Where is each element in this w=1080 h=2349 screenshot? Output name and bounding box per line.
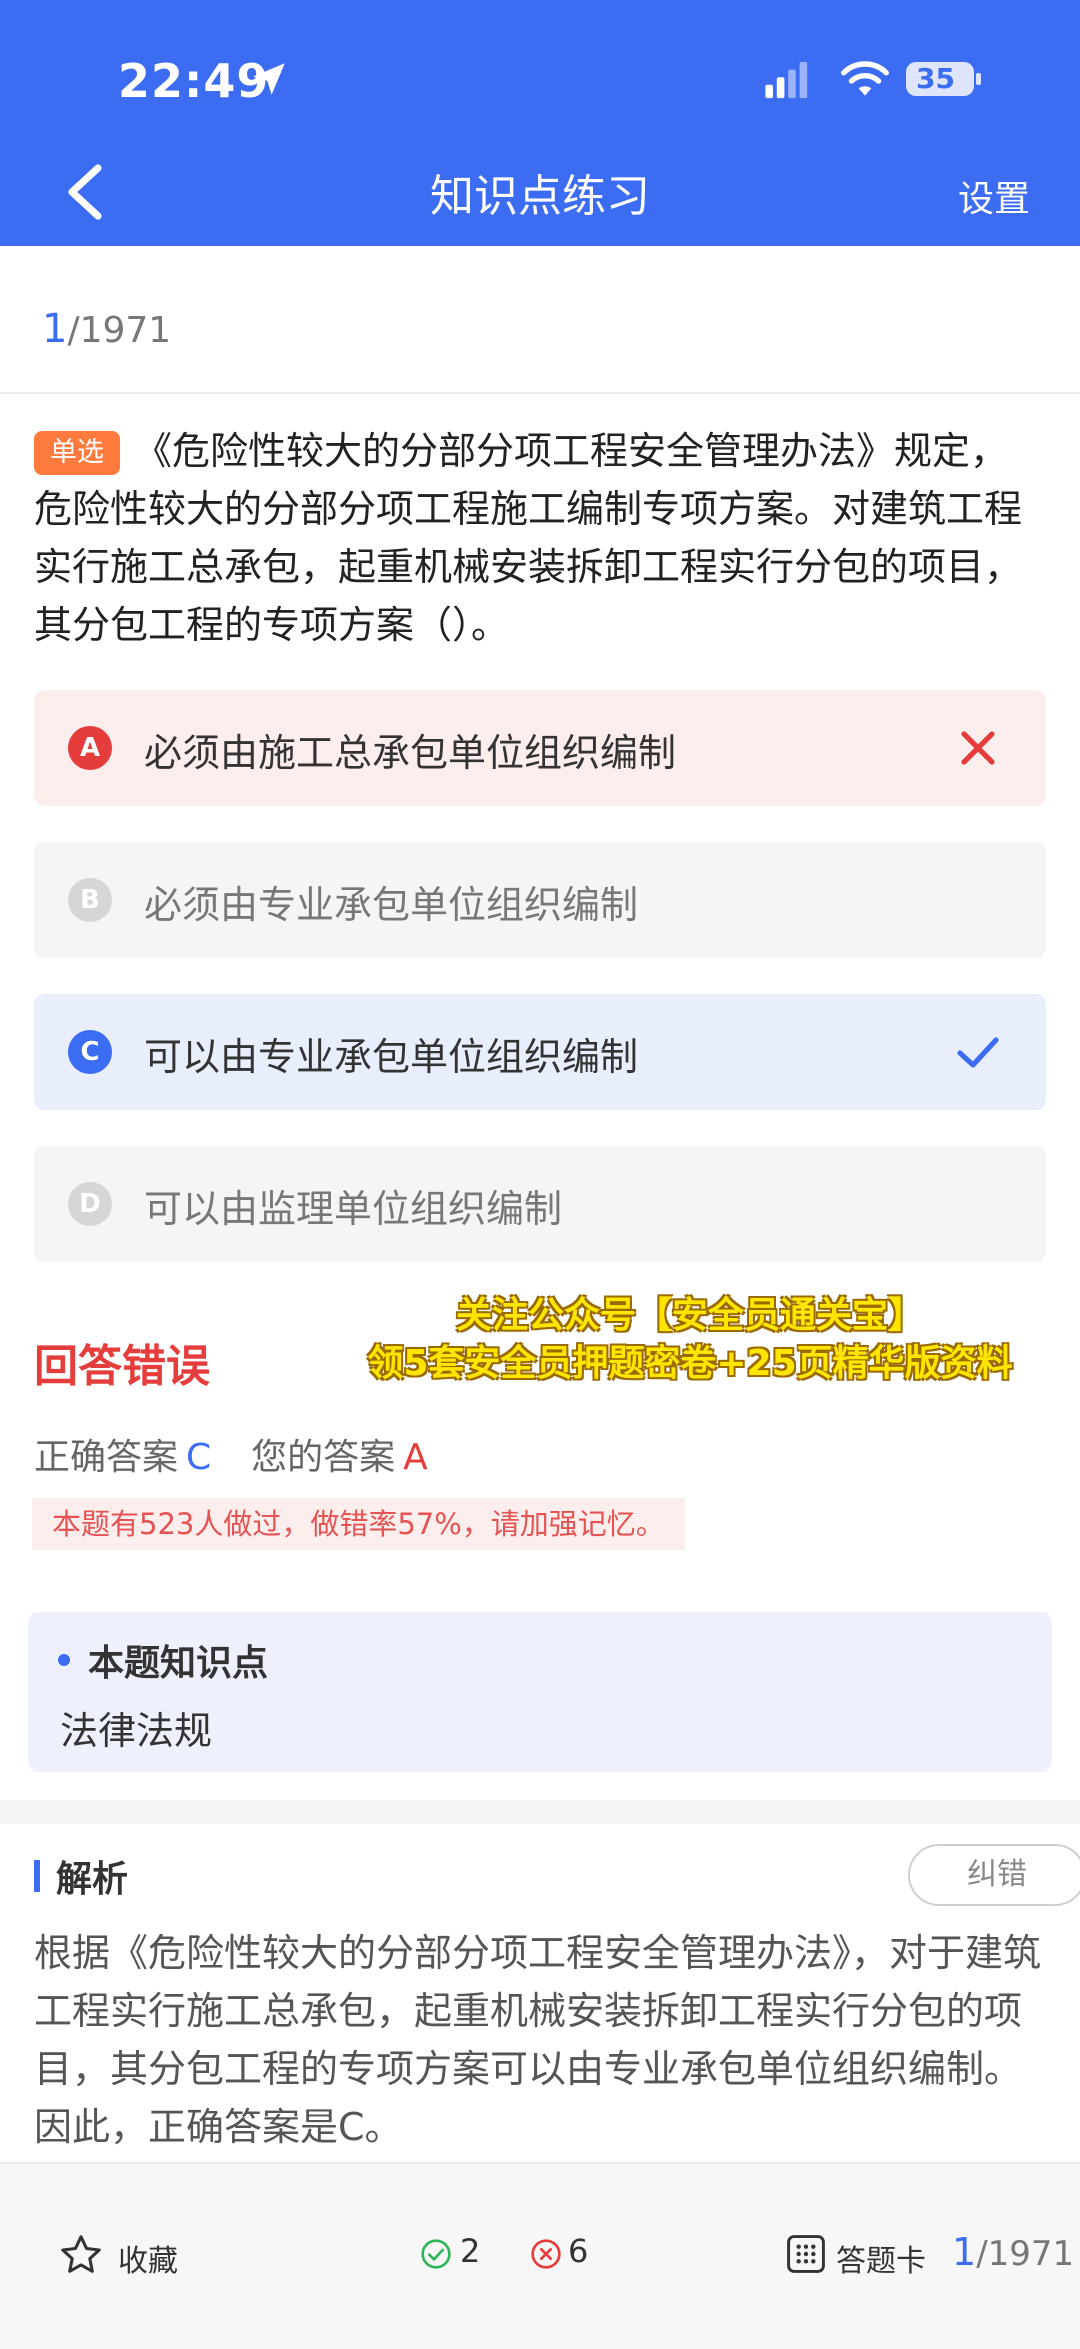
knowledge-point-value: 法律法规 [60, 1709, 213, 1753]
answer-card-button[interactable]: 答题卡 [836, 2236, 926, 2280]
battery-level: 35 [916, 62, 955, 95]
answer-summary: 正确答案 C 您的答案 A [34, 1428, 428, 1480]
settings-button[interactable]: 设置 [958, 170, 1030, 222]
x-circle-icon [531, 2239, 561, 2269]
error-rate-notice: 本题有523人做过，做错率57%，请加强记忆。 [32, 1498, 685, 1550]
correct-count: 2 [460, 2232, 481, 2270]
page-title: 知识点练习 [430, 171, 650, 222]
question-text: 《危险性较大的分部分项工程安全管理办法》规定，危险性较大的分部分项工程施工编制专… [34, 429, 1023, 647]
location-arrow-icon [253, 63, 285, 95]
option-text-b: 必须由专业承包单位组织编制 [144, 883, 639, 927]
check-circle-icon [421, 2239, 451, 2269]
option-letter-d: D [68, 1182, 112, 1226]
knowledge-point-title: 本题知识点 [88, 1643, 269, 1684]
wifi-icon [841, 61, 889, 96]
analysis-text: 根据《危险性较大的分部分项工程安全管理办法》，对于建筑工程实行施工总承包，起重机… [34, 1931, 1042, 2149]
analysis-title: 解析 [56, 1859, 129, 1900]
option-letter-b: B [68, 878, 112, 922]
knowledge-point-card: 本题知识点 法律法规 [28, 1612, 1052, 1772]
promo-line-1: 关注公众号【安全员通关宝】 [455, 1295, 924, 1336]
answer-card-grid-icon[interactable] [784, 2232, 828, 2276]
result-label: 回答错误 [34, 1341, 210, 1392]
favorite-button[interactable]: 收藏 [118, 2236, 178, 2280]
analysis-accent-bar [34, 1860, 40, 1892]
total-questions: /1971 [67, 310, 172, 351]
wrong-count: 6 [568, 2232, 589, 2270]
section-gap [0, 1800, 1080, 1824]
report-error-button[interactable]: 纠错 [908, 1844, 1080, 1906]
current-question-number: 1 [42, 306, 68, 352]
wrong-x-icon [961, 731, 995, 765]
star-icon[interactable] [58, 2232, 104, 2278]
option-b[interactable]: B 必须由专业承包单位组织编制 [34, 842, 1046, 958]
question-text-block: 单选 《危险性较大的分部分项工程安全管理办法》规定，危险性较大的分部分项工程施工编… [34, 422, 1044, 654]
your-answer-value: A [403, 1437, 428, 1478]
option-text-d: 可以由监理单位组织编制 [144, 1187, 563, 1231]
option-d[interactable]: D 可以由监理单位组织编制 [34, 1146, 1046, 1262]
question-type-badge: 单选 [34, 431, 120, 475]
option-letter-a: A [68, 726, 112, 770]
option-a[interactable]: A 必须由施工总承包单位组织编制 [34, 690, 1046, 806]
option-text-c: 可以由专业承包单位组织编制 [144, 1035, 639, 1079]
divider [0, 392, 1080, 394]
check-icon [957, 1037, 999, 1068]
promo-watermark: 关注公众号【安全员通关宝】 领5套安全员押题密卷+25页精华版资料 [300, 1292, 1080, 1388]
correct-answer-label: 正确答案 [34, 1437, 179, 1478]
your-answer-label: 您的答案 [251, 1437, 396, 1478]
bottom-progress: 1/1971 [952, 2230, 1074, 2274]
battery-indicator: 35 [904, 58, 984, 100]
option-letter-c: C [68, 1030, 112, 1074]
option-c[interactable]: C 可以由专业承包单位组织编制 [34, 994, 1046, 1110]
option-text-a: 必须由施工总承包单位组织编制 [144, 731, 677, 775]
correct-answer-value: C [186, 1437, 212, 1478]
bullet-dot [58, 1654, 70, 1666]
status-time: 22:49 [118, 54, 270, 108]
question-progress: 1/1971 [42, 306, 171, 352]
cellular-signal-icon [765, 62, 808, 99]
promo-line-2: 领5套安全员押题密卷+25页精华版资料 [367, 1343, 1013, 1384]
bottom-total: /1971 [976, 2234, 1075, 2274]
bottom-current-number: 1 [952, 2230, 977, 2274]
